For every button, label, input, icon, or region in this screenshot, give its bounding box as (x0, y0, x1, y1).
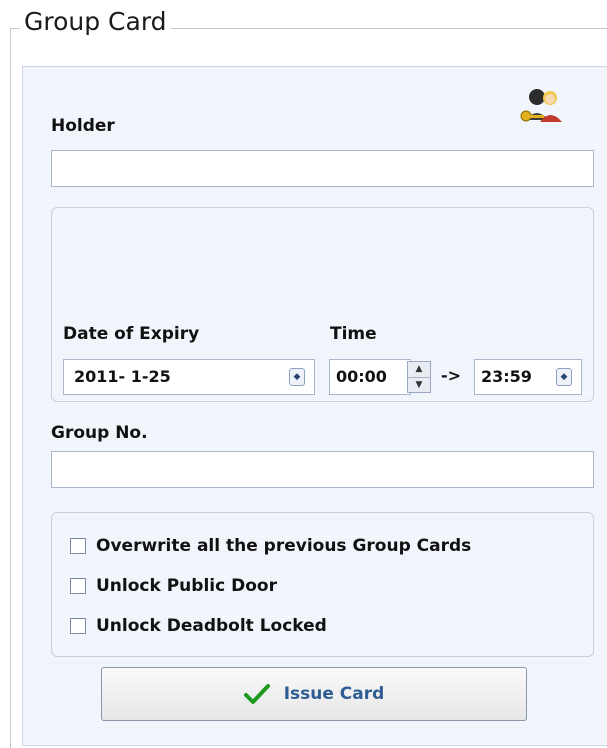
unlock-deadbolt-label: Unlock Deadbolt Locked (96, 616, 327, 636)
overwrite-option[interactable]: Overwrite all the previous Group Cards (70, 536, 471, 556)
group-users-key-icon (520, 89, 562, 122)
unlock-deadbolt-option[interactable]: Unlock Deadbolt Locked (70, 616, 327, 636)
overwrite-checkbox[interactable] (70, 538, 86, 554)
issue-card-label: Issue Card (283, 684, 385, 704)
holder-input[interactable] (51, 150, 594, 187)
unlock-public-door-label: Unlock Public Door (96, 576, 277, 596)
stepper-down-icon[interactable]: ▼ (408, 378, 430, 393)
unlock-public-door-checkbox[interactable] (70, 578, 86, 594)
spin-icon[interactable]: ◆ (289, 368, 305, 386)
time-label: Time (330, 324, 377, 344)
unlock-deadbolt-checkbox[interactable] (70, 618, 86, 634)
issue-card-button[interactable]: Issue Card (101, 667, 527, 721)
overwrite-label: Overwrite all the previous Group Cards (96, 536, 472, 556)
time-start-input[interactable]: 00:00 (329, 359, 411, 395)
time-range-arrow: -> (441, 366, 462, 385)
expiry-date-input[interactable]: 2011- 1-25 (63, 359, 315, 395)
date-of-expiry-label: Date of Expiry (63, 324, 200, 344)
holder-label: Holder (51, 116, 115, 136)
spin-icon[interactable]: ◆ (556, 368, 572, 386)
stepper-up-icon[interactable]: ▲ (408, 362, 430, 378)
group-no-input[interactable] (51, 451, 594, 488)
time-start-stepper[interactable]: ▲ ▼ (407, 361, 431, 393)
group-card-title: Group Card (20, 6, 171, 38)
unlock-public-door-option[interactable]: Unlock Public Door (70, 576, 277, 596)
checkmark-icon (243, 684, 270, 704)
group-no-label: Group No. (51, 423, 148, 443)
